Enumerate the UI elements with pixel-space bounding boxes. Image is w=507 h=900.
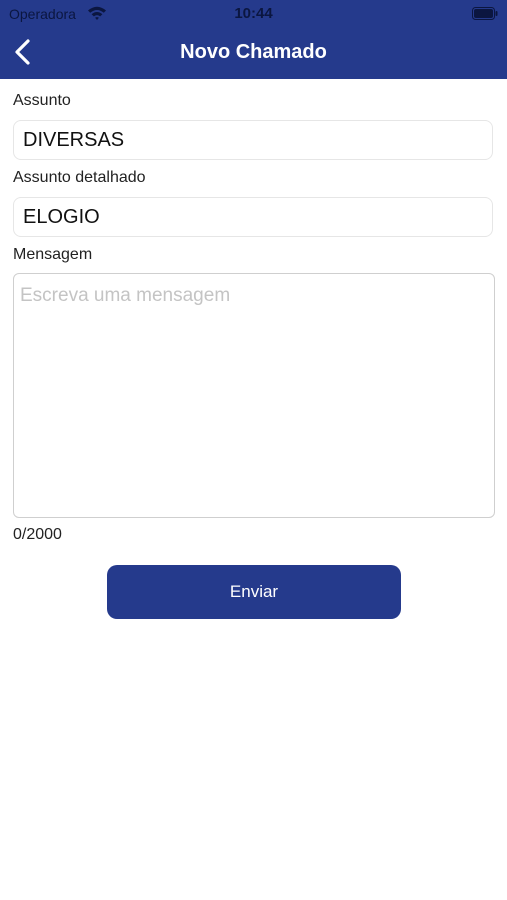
assunto-field[interactable]: DIVERSAS — [13, 120, 493, 160]
assunto-detalhado-value: ELOGIO — [23, 205, 100, 228]
header: Operadora 10:44 Novo Chamado — [0, 0, 507, 79]
assunto-label: Assunto — [13, 92, 71, 109]
nav-bar: Novo Chamado — [0, 28, 507, 79]
battery-icon — [472, 7, 498, 20]
page-title: Novo Chamado — [180, 41, 327, 63]
assunto-detalhado-label: Assunto detalhado — [13, 169, 146, 186]
send-button-label: Enviar — [229, 582, 279, 601]
assunto-value: DIVERSAS — [23, 128, 125, 151]
send-button[interactable]: Enviar — [107, 565, 401, 619]
status-bar: Operadora 10:44 — [0, 0, 507, 28]
assunto-detalhado-field[interactable]: ELOGIO — [13, 197, 493, 237]
mensagem-placeholder: Escreva uma mensagem — [20, 285, 231, 306]
clock: 10:44 — [234, 5, 273, 22]
character-counter: 0/2000 — [13, 526, 62, 543]
mensagem-label: Mensagem — [13, 246, 93, 263]
mensagem-textarea[interactable]: Escreva uma mensagem — [13, 273, 495, 518]
